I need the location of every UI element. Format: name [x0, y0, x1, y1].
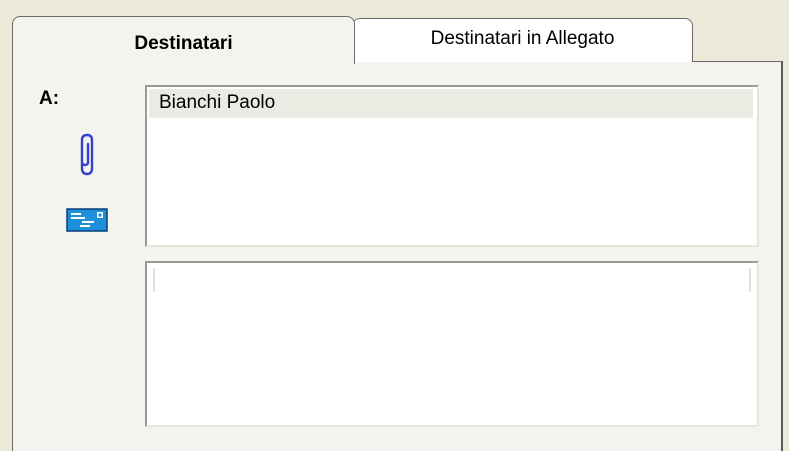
tab-destinatari-in-allegato[interactable]: Destinatari in Allegato	[352, 18, 693, 62]
recipients-listbox[interactable]: Bianchi Paolo	[145, 85, 759, 247]
list-item[interactable]: Bianchi Paolo	[149, 89, 753, 118]
recipients-dialog: Destinatari Destinatari in Allegato A: B…	[0, 0, 789, 451]
tab-destinatari-label: Destinatari	[134, 32, 233, 54]
attachment-recipients-listbox[interactable]	[145, 261, 759, 427]
recipients-label: A:	[39, 88, 60, 109]
list-column-divider	[153, 268, 155, 292]
paperclip-icon[interactable]	[76, 132, 98, 178]
recipient-name: Bianchi Paolo	[159, 92, 276, 113]
list-column-divider	[749, 268, 751, 292]
tab-destinatari[interactable]: Destinatari	[12, 16, 355, 64]
address-card-icon[interactable]	[66, 208, 108, 232]
tab-destinatari-in-allegato-label: Destinatari in Allegato	[430, 27, 615, 49]
